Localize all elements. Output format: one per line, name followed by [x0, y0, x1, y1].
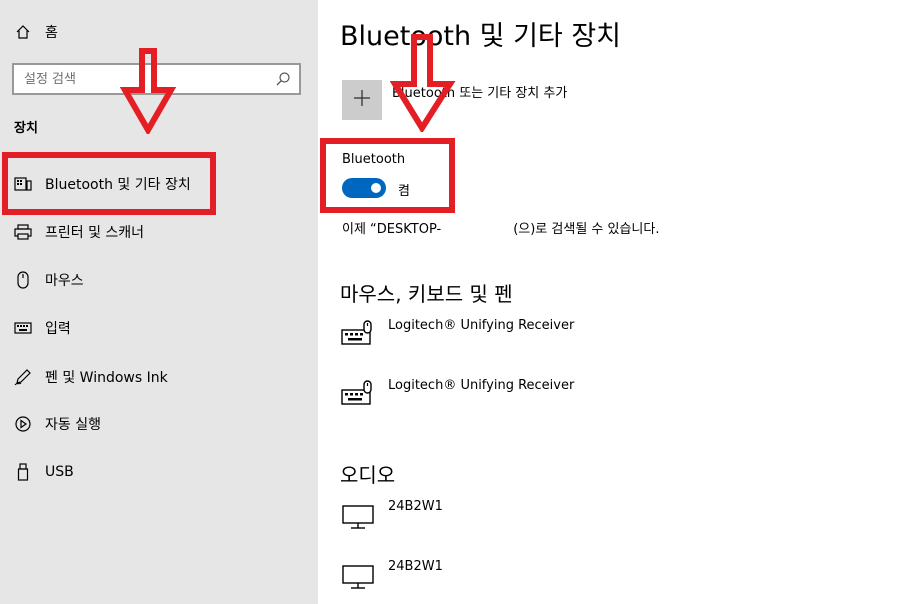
search-icon[interactable] [275, 71, 291, 87]
section-heading-audio: 오디오 [340, 463, 396, 487]
discoverable-suffix: (으)로 검색될 수 있습니다. [513, 222, 660, 237]
section-label-devices: 장치 [14, 121, 38, 136]
sidebar-item-label: USB [45, 464, 74, 480]
home-icon [14, 23, 32, 41]
usb-icon [14, 463, 32, 481]
sidebar-item-label: 프린터 및 스캐너 [45, 225, 145, 241]
device-item[interactable]: 24B2W1 [340, 559, 840, 604]
discoverable-text: 이제 “DESKTOP- (으)로 검색될 수 있습니다. [342, 218, 659, 237]
sidebar-item-label: 마우스 [45, 273, 84, 289]
sidebar: 홈 장치 Bluetooth 및 기타 장치 프린터 및 스캐너 마우스 입력 [0, 0, 318, 604]
monitor-icon [340, 501, 378, 535]
keyboard-mouse-icon [340, 380, 378, 414]
device-name: Logitech® Unifying Receiver [388, 378, 575, 393]
device-item[interactable]: 24B2W1 [340, 499, 840, 549]
sidebar-item-input[interactable]: 입력 [0, 306, 318, 350]
sidebar-item-label: 입력 [45, 321, 71, 337]
section-heading-input-devices: 마우스, 키보드 및 펜 [340, 282, 513, 306]
bluetooth-label: Bluetooth [342, 152, 406, 167]
sidebar-item-label: Bluetooth 및 기타 장치 [45, 177, 191, 193]
sidebar-item-mouse[interactable]: 마우스 [0, 258, 318, 302]
toggle-state-label: 켬 [398, 184, 410, 199]
keyboard-icon [14, 319, 32, 337]
page-title: Bluetooth 및 기타 장치 [340, 21, 622, 52]
autoplay-icon [14, 415, 32, 433]
keyboard-mouse-icon [340, 320, 378, 354]
pen-icon [14, 368, 32, 386]
sidebar-item-usb[interactable]: USB [0, 450, 318, 494]
add-device-button[interactable] [342, 80, 382, 120]
mouse-icon [14, 271, 32, 289]
sidebar-item-label: 펜 및 Windows Ink [45, 370, 168, 386]
device-item[interactable]: Logitech® Unifying Receiver [340, 318, 840, 368]
add-device-label[interactable]: Bluetooth 또는 기타 장치 추가 [392, 82, 567, 101]
toggle-knob [371, 183, 381, 193]
monitor-icon [340, 561, 378, 595]
device-name: 24B2W1 [388, 559, 443, 574]
nav-home-label: 홈 [45, 25, 58, 41]
bluetooth-devices-icon [14, 175, 32, 193]
bluetooth-toggle[interactable] [342, 178, 386, 198]
search-input[interactable] [24, 70, 274, 88]
main-content: Bluetooth 및 기타 장치 Bluetooth 또는 기타 장치 추가 … [318, 0, 909, 604]
device-item[interactable]: Logitech® Unifying Receiver [340, 378, 840, 428]
device-name: 24B2W1 [388, 499, 443, 514]
sidebar-item-bluetooth[interactable]: Bluetooth 및 기타 장치 [0, 162, 318, 206]
sidebar-item-label: 자동 실행 [45, 417, 101, 433]
printer-icon [14, 223, 32, 241]
sidebar-item-pen[interactable]: 펜 및 Windows Ink [0, 355, 318, 399]
search-box[interactable] [12, 63, 301, 95]
sidebar-item-autoplay[interactable]: 자동 실행 [0, 402, 318, 446]
nav-home[interactable]: 홈 [0, 10, 318, 54]
discoverable-prefix: 이제 “DESKTOP- [342, 222, 442, 237]
plus-icon [352, 88, 372, 112]
device-name: Logitech® Unifying Receiver [388, 318, 575, 333]
sidebar-item-printers[interactable]: 프린터 및 스캐너 [0, 210, 318, 254]
